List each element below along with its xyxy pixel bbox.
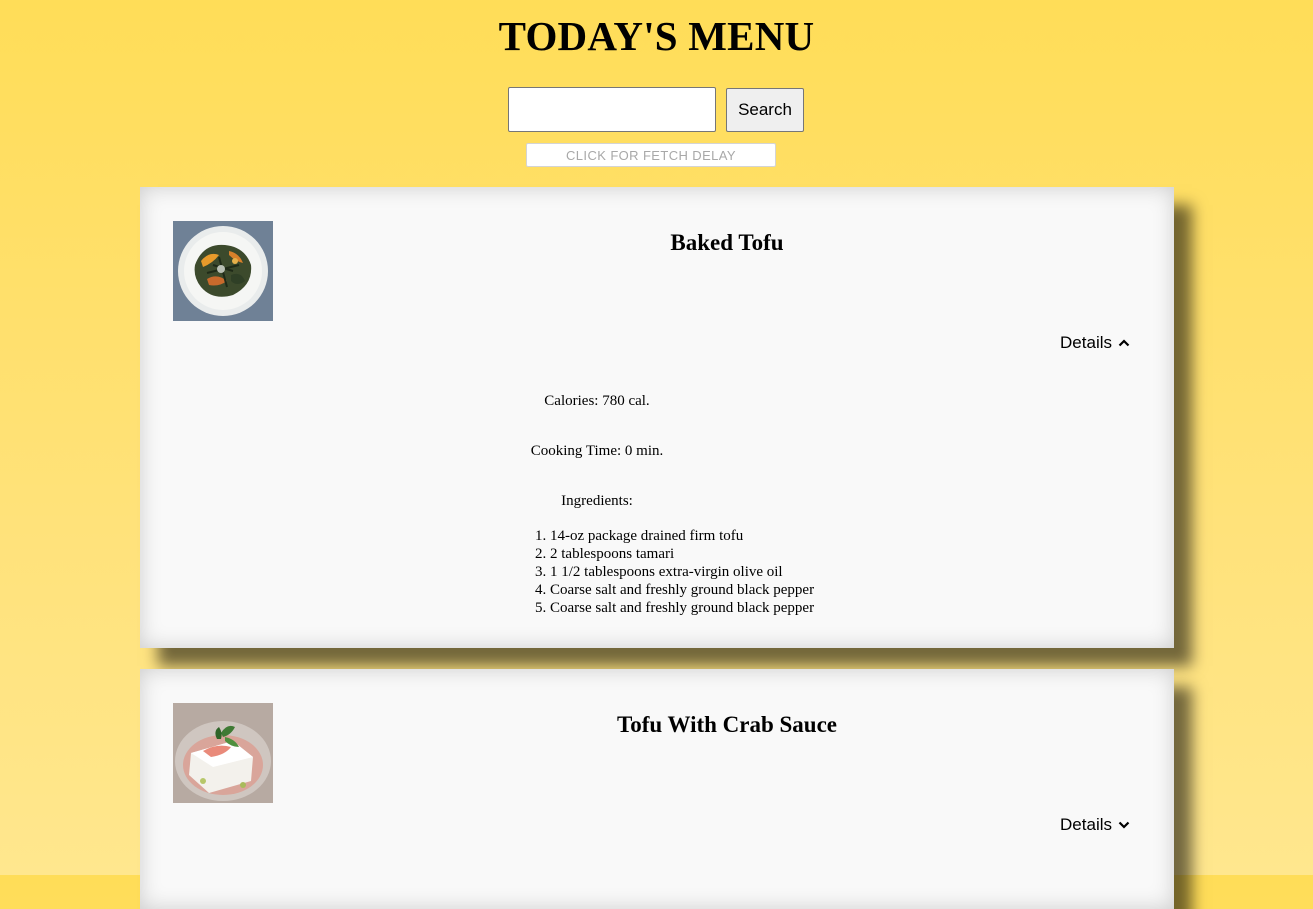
chevron-down-icon <box>1118 819 1130 831</box>
chevron-up-icon <box>1118 337 1130 349</box>
recipe-image <box>173 221 273 321</box>
recipe-image <box>173 703 273 803</box>
fetch-delay-button[interactable]: CLICK FOR FETCH DELAY <box>526 143 776 167</box>
details-toggle[interactable]: Details <box>1060 333 1130 353</box>
recipe-title: Baked Tofu <box>670 230 784 255</box>
calories-text: Calories: 780 cal. <box>544 393 650 409</box>
search-input[interactable] <box>508 87 716 132</box>
page-title: TODAY'S MENU <box>498 13 815 59</box>
list-item: 3. 1 1/2 tablespoons extra-virgin olive … <box>535 564 783 580</box>
ingredients-heading: Ingredients: <box>561 493 633 509</box>
list-item: 2. 2 tablespoons tamari <box>535 546 675 562</box>
recipe-card: Tofu With Crab Sauce Details <box>140 669 1174 909</box>
list-item: 5. Coarse salt and freshly ground black … <box>535 600 815 616</box>
details-label: Details <box>1060 815 1112 834</box>
recipe-card: Baked Tofu Details Calories: 780 cal. Co… <box>140 187 1174 648</box>
cooking-time-text: Cooking Time: 0 min. <box>530 443 664 459</box>
ingredients-list: 1. 14-oz package drained firm tofu 2. 2 … <box>535 527 814 617</box>
search-button[interactable]: Search <box>726 88 804 132</box>
details-toggle[interactable]: Details <box>1060 815 1130 835</box>
recipe-title: Tofu With Crab Sauce <box>616 712 838 737</box>
list-item: 4. Coarse salt and freshly ground black … <box>535 582 815 598</box>
list-item: 1. 14-oz package drained firm tofu <box>535 528 744 544</box>
details-label: Details <box>1060 333 1112 352</box>
